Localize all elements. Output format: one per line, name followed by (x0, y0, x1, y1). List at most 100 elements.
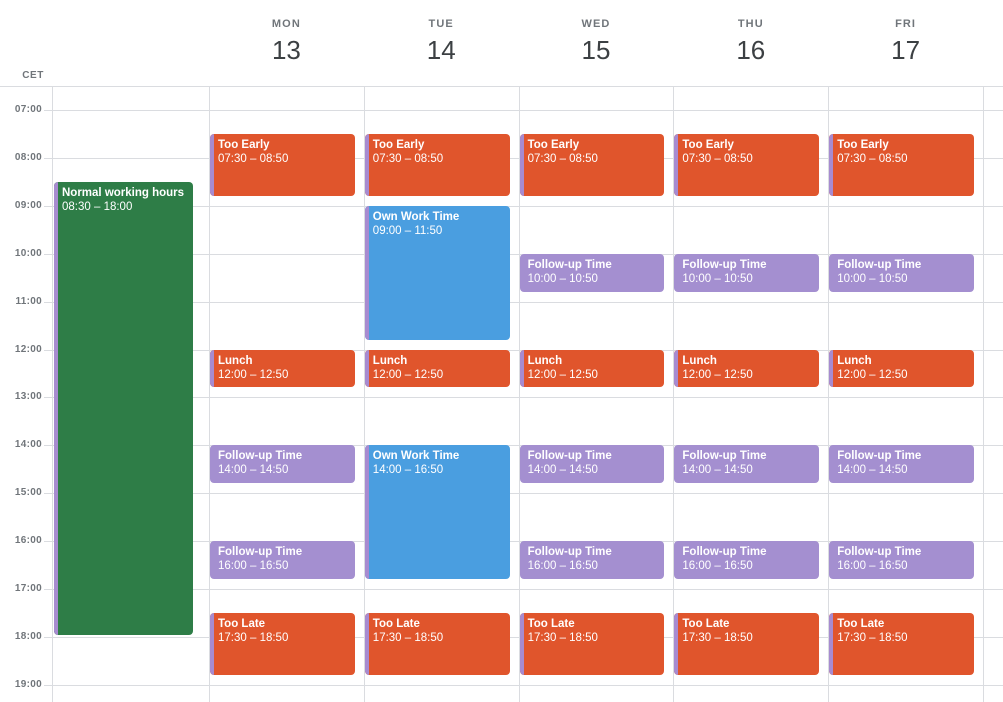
event-time-range: 14:00 – 16:50 (372, 464, 444, 477)
hour-tick (44, 445, 52, 446)
event-block[interactable]: Too Early 07:30 – 08:50 (210, 133, 355, 196)
hour-label: 17:00 (14, 583, 42, 594)
event-time-range: 12:00 – 12:50 (372, 368, 444, 381)
hour-gridline (52, 206, 1003, 207)
hour-tick (44, 302, 52, 303)
event-block[interactable]: Too Early 07:30 – 08:50 (829, 133, 974, 196)
event-title: Lunch (682, 354, 717, 367)
day-number[interactable]: 15 (519, 37, 674, 63)
event-accent-stripe (519, 349, 524, 388)
event-time-range: 16:00 – 16:50 (837, 560, 908, 573)
hour-gridline (52, 589, 1003, 590)
event-title: Follow-up Time (527, 546, 612, 559)
hour-label: 10:00 (14, 248, 42, 259)
event-time-range: 17:30 – 18:50 (527, 631, 598, 644)
hour-label: 12:00 (14, 344, 42, 355)
event-block[interactable]: Follow-up Time 14:00 – 14:50 (210, 445, 355, 484)
event-time-range: 12:00 – 12:50 (527, 368, 598, 381)
event-title: Too Early (527, 138, 580, 151)
event-block[interactable]: Lunch 12:00 – 12:50 (519, 349, 665, 388)
event-block[interactable]: Too Late 17:30 – 18:50 (210, 612, 355, 675)
event-title: Own Work Time (372, 210, 460, 223)
event-title: Follow-up Time (837, 450, 922, 463)
event-title: Too Late (837, 617, 885, 630)
day-of-week-label: THU (737, 18, 764, 30)
event-time-range: 10:00 – 10:50 (682, 272, 753, 285)
event-accent-stripe (364, 349, 369, 388)
day-number[interactable]: 17 (828, 37, 983, 63)
day-number[interactable]: 13 (209, 37, 364, 63)
event-title: Too Early (372, 138, 425, 151)
event-block[interactable]: Follow-up Time 16:00 – 16:50 (829, 541, 974, 579)
event-time-range: 16:00 – 16:50 (527, 560, 598, 573)
event-time-range: 17:30 – 18:50 (682, 631, 753, 644)
event-block[interactable]: Too Late 17:30 – 18:50 (674, 612, 820, 675)
event-block[interactable]: Too Late 17:30 – 18:50 (829, 612, 974, 675)
event-block[interactable]: Follow-up Time 14:00 – 14:50 (519, 445, 665, 484)
hour-tick (44, 589, 52, 590)
event-block[interactable]: Too Early 07:30 – 08:50 (364, 133, 510, 196)
day-header-tue[interactable]: TUE 14 (364, 0, 519, 63)
event-block[interactable]: Own Work Time 09:00 – 11:50 (364, 205, 510, 340)
hour-tick (44, 541, 52, 542)
event-accent-stripe (674, 349, 679, 388)
event-block[interactable]: Follow-up Time 16:00 – 16:50 (210, 541, 355, 579)
event-block[interactable]: Too Late 17:30 – 18:50 (364, 612, 510, 675)
hour-tick (44, 637, 52, 638)
event-title: Follow-up Time (682, 450, 767, 463)
event-time-range: 12:00 – 12:50 (682, 368, 753, 381)
event-time-range: 10:00 – 10:50 (837, 272, 908, 285)
event-title: Follow-up Time (682, 258, 767, 271)
event-accent-stripe (54, 181, 58, 635)
event-accent-stripe (364, 133, 369, 196)
event-block[interactable]: Follow-up Time 14:00 – 14:50 (674, 445, 820, 484)
event-accent-stripe (364, 205, 369, 340)
event-block[interactable]: Follow-up Time 10:00 – 10:50 (519, 253, 665, 292)
hour-tick (44, 685, 52, 686)
event-title: Too Early (837, 138, 889, 151)
event-time-range: 16:00 – 16:50 (218, 560, 289, 573)
event-block[interactable]: Own Work Time 14:00 – 16:50 (364, 445, 510, 579)
event-block[interactable]: Lunch 12:00 – 12:50 (364, 349, 510, 388)
hour-label: 08:00 (14, 152, 42, 163)
event-time-range: 07:30 – 08:50 (682, 152, 753, 165)
event-block[interactable]: Too Early 07:30 – 08:50 (519, 133, 665, 196)
event-block[interactable]: Too Late 17:30 – 18:50 (519, 612, 665, 675)
event-time-range: 08:30 – 18:00 (62, 200, 133, 213)
event-block[interactable]: Follow-up Time 14:00 – 14:50 (829, 445, 974, 484)
day-header-wed[interactable]: WED 15 (519, 0, 674, 63)
event-title: Own Work Time (372, 450, 460, 463)
event-time-range: 07:30 – 08:50 (372, 152, 444, 165)
event-accent-stripe (210, 133, 214, 196)
event-block[interactable]: Follow-up Time 16:00 – 16:50 (674, 541, 820, 579)
hour-gridline (52, 685, 1003, 686)
event-accent-stripe (364, 445, 369, 579)
event-block-working-hours[interactable]: Normal working hours 08:30 – 18:00 (54, 181, 193, 635)
hour-label: 11:00 (15, 296, 42, 307)
column-separator (52, 86, 53, 702)
event-time-range: 17:30 – 18:50 (837, 631, 908, 644)
event-title: Lunch (837, 354, 872, 367)
day-header-fri[interactable]: FRI 17 (828, 0, 983, 63)
event-accent-stripe (829, 349, 834, 388)
event-title: Follow-up Time (527, 258, 612, 271)
day-number[interactable]: 14 (364, 37, 519, 63)
event-title: Lunch (372, 354, 408, 367)
event-block[interactable]: Follow-up Time 16:00 – 16:50 (519, 541, 665, 579)
event-block[interactable]: Lunch 12:00 – 12:50 (210, 349, 355, 388)
event-time-range: 07:30 – 08:50 (837, 152, 908, 165)
event-block[interactable]: Follow-up Time 10:00 – 10:50 (829, 253, 974, 292)
calendar-grid: 07:00 08:00 09:00 10:00 11:00 12:00 13:00 14:00… (0, 86, 1003, 702)
day-of-week-label: WED (581, 18, 611, 30)
event-block[interactable]: Follow-up Time 10:00 – 10:50 (674, 253, 820, 292)
event-time-range: 17:30 – 18:50 (372, 631, 444, 644)
day-header-thu[interactable]: THU 16 (673, 0, 828, 63)
event-block[interactable]: Lunch 12:00 – 12:50 (674, 349, 820, 388)
event-block[interactable]: Too Early 07:30 – 08:50 (674, 133, 820, 196)
event-block[interactable]: Lunch 12:00 – 12:50 (829, 349, 974, 388)
event-accent-stripe (829, 612, 834, 675)
event-time-range: 14:00 – 14:50 (837, 464, 908, 477)
day-number[interactable]: 16 (673, 37, 828, 63)
event-accent-stripe (519, 133, 524, 196)
day-header-mon[interactable]: MON 13 (209, 0, 364, 63)
